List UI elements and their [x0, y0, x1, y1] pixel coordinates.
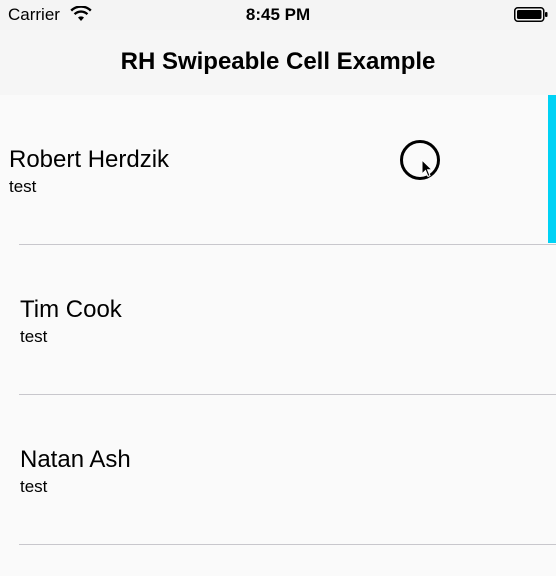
touch-cursor-icon: [400, 140, 440, 180]
cell-subtitle: test: [9, 177, 37, 196]
navigation-bar: RH Swipeable Cell Example: [0, 30, 556, 96]
cell-title: Robert Herdzik: [9, 146, 170, 173]
cell-subtitle: test: [20, 327, 48, 346]
pointer-arrow-icon: [421, 159, 433, 178]
table-row[interactable]: Robert Herdzik test: [0, 95, 556, 245]
status-bar: Carrier 8:45 PM: [0, 0, 556, 30]
battery-icon: [514, 7, 548, 22]
table-row[interactable]: Natan Ash test: [0, 395, 556, 545]
swipe-action-indicator[interactable]: [548, 95, 556, 243]
cell-title: Tim Cook: [20, 296, 122, 323]
table-row[interactable]: Tim Cook test: [0, 245, 556, 395]
cell-subtitle: test: [20, 477, 48, 496]
status-time: 8:45 PM: [245, 5, 311, 24]
row-separator: [19, 544, 556, 545]
nav-title: RH Swipeable Cell Example: [120, 48, 436, 75]
cell-title: Natan Ash: [20, 446, 131, 473]
